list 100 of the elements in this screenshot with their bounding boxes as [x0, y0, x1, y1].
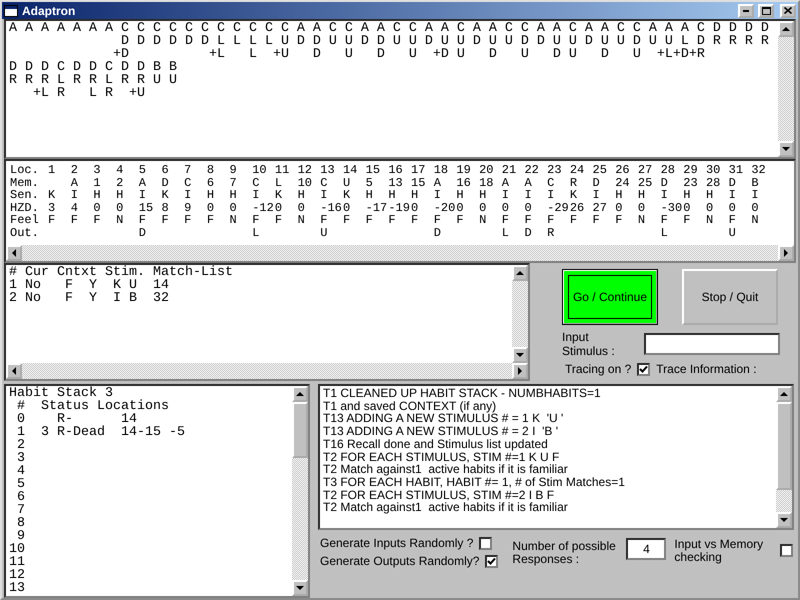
- scroll-right-button[interactable]: [512, 363, 528, 379]
- right-arrow-icon: [517, 367, 523, 375]
- table-cell-text: 0: [206, 202, 216, 214]
- sense-log-line: D D D C D D C D D B B: [9, 61, 177, 74]
- table-cell-text: I: [728, 189, 737, 202]
- horizontal-scrollbar[interactable]: [6, 363, 528, 379]
- table-cell-text: N: [116, 214, 124, 226]
- table-cell-text: D: [728, 176, 737, 189]
- row-label: Feel: [10, 214, 40, 226]
- table-cell-text: 7: [184, 164, 192, 176]
- table-cell-text: I: [138, 189, 147, 202]
- table-cell-text: L: [274, 176, 284, 189]
- checkbox[interactable]: [637, 362, 650, 376]
- trace-log-line: T2 FOR EACH STIMULUS, STIM #=1 K U F: [323, 450, 560, 464]
- scroll-down-button[interactable]: [778, 141, 794, 157]
- table-cell-text: 6: [161, 164, 170, 176]
- up-arrow-icon: [516, 270, 524, 276]
- close-button[interactable]: [780, 4, 796, 18]
- table-cell-text: 4: [70, 202, 79, 214]
- table-cell-text: H: [615, 189, 624, 202]
- left-arrow-icon: [11, 249, 17, 257]
- vertical-scrollbar[interactable]: [776, 386, 792, 528]
- table-cell-text: F: [366, 214, 374, 226]
- table-cell-text: 0: [298, 202, 306, 214]
- up-arrow-icon: [296, 391, 304, 397]
- table-cell-text: 16: [456, 176, 472, 189]
- table-cell-text: 23: [547, 164, 563, 176]
- table-cell-text: N: [751, 214, 760, 226]
- table-cell-text: H: [93, 189, 102, 202]
- scroll-up-button[interactable]: [512, 265, 528, 281]
- maximize-button[interactable]: [758, 4, 774, 18]
- trace-log-line: T1 and saved CONTEXT (if any): [323, 400, 496, 412]
- checkbox[interactable]: [479, 536, 492, 550]
- responses-field[interactable]: 4: [626, 538, 666, 560]
- scroll-down-button[interactable]: [292, 580, 308, 596]
- input-stimulus-field[interactable]: [644, 333, 780, 355]
- table-cell-text: 24: [615, 176, 631, 189]
- scroll-left-button[interactable]: [6, 245, 22, 261]
- sense-log-line: +D +L L +U D U D U +D U D U D U D U +L+D+R: [112, 48, 705, 61]
- table-cell-text: 0: [728, 202, 737, 214]
- table-cell-text: 27: [638, 164, 654, 176]
- table-cell-text: 30: [706, 164, 722, 176]
- sense-log-line: D D D D D D L L L L U D D U U D D U U D U U D U U D D U U D U U D U U L D R R R R: [120, 35, 769, 48]
- table-cell-text: 13: [320, 164, 336, 176]
- table-cell-text: 0: [116, 202, 124, 214]
- table-cell-text: 19: [456, 164, 472, 176]
- table-cell-text: L: [252, 226, 260, 239]
- scroll-left-button[interactable]: [6, 363, 22, 379]
- stop-quit-button[interactable]: Stop / Quit: [682, 269, 778, 325]
- table-cell-text: D: [524, 226, 533, 239]
- scroll-down-button[interactable]: [512, 347, 528, 363]
- scroll-thumb[interactable]: [292, 402, 308, 458]
- tracing-label: Tracing on ?: [565, 362, 632, 376]
- match-list-line: 1 No F Y K U 14: [9, 279, 169, 292]
- trace-log-line: T3 FOR EACH HABIT, HABIT #= 1, # of Stim Matches=1: [323, 476, 625, 489]
- table-cell-text: B: [751, 176, 760, 189]
- scroll-thumb[interactable]: [776, 402, 792, 490]
- habit-stack-line: 8: [16, 517, 25, 530]
- vertical-scrollbar[interactable]: [292, 386, 308, 596]
- horizontal-scrollbar[interactable]: [6, 245, 794, 261]
- table-cell-text: 0: [411, 202, 420, 214]
- table-cell-text: 23: [683, 176, 699, 189]
- vertical-scrollbar[interactable]: [778, 21, 794, 157]
- table-cell-text: H: [366, 189, 374, 202]
- scroll-down-button[interactable]: [776, 512, 792, 528]
- table-cell-text: 13: [388, 176, 404, 189]
- table-cell-text: 29: [683, 164, 699, 176]
- scroll-right-button[interactable]: [778, 245, 794, 261]
- habit-stack-line: # Status Locations: [16, 400, 169, 413]
- table-cell-text: H: [230, 189, 238, 202]
- go-continue-button[interactable]: Go / Continue: [562, 269, 658, 325]
- table-cell-text: K: [274, 189, 284, 202]
- input-stimulus-label: Input Stimulus :: [562, 330, 616, 358]
- scroll-up-button[interactable]: [292, 386, 308, 402]
- table-cell-text: F: [342, 214, 352, 226]
- right-arrow-icon: [783, 249, 789, 257]
- scroll-up-button[interactable]: [778, 21, 794, 37]
- row-label: Out.: [10, 226, 40, 239]
- maximize-icon: [762, 6, 770, 14]
- trace-log-line: T2 Match against1 active habits if it is familiar: [323, 463, 568, 476]
- table-cell-text: F: [138, 214, 147, 226]
- up-arrow-icon: [780, 391, 788, 397]
- minimize-icon: [743, 10, 749, 12]
- table-cell-text: L: [660, 226, 669, 239]
- generate-inputs-label: Generate Inputs Randomly ?: [320, 536, 474, 550]
- left-arrow-icon: [11, 367, 17, 375]
- table-cell-text: H: [479, 189, 488, 202]
- table-cell-text: F: [252, 214, 260, 226]
- minimize-button[interactable]: [738, 4, 754, 18]
- checkbox[interactable]: [485, 554, 498, 568]
- scroll-up-button[interactable]: [776, 386, 792, 402]
- table-cell-text: I: [502, 189, 510, 202]
- checkbox[interactable]: [780, 544, 794, 557]
- table-cell-text: 26: [615, 164, 631, 176]
- vertical-scrollbar[interactable]: [512, 265, 528, 363]
- table-cell-text: 0: [524, 202, 533, 214]
- habit-stack-line: 11: [9, 556, 25, 569]
- table-cell: -30: [660, 202, 684, 214]
- table-cell-text: H: [116, 189, 124, 202]
- table-cell-text: 12: [298, 164, 313, 176]
